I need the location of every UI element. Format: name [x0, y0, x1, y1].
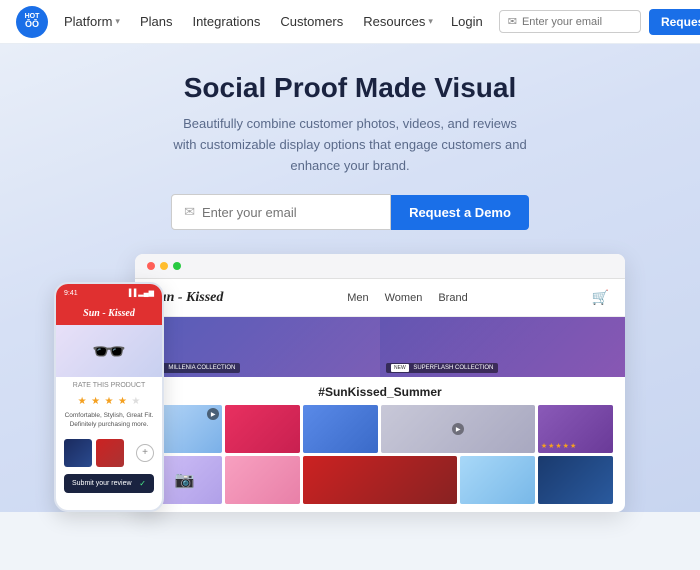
hero-title: Social Proof Made Visual	[16, 72, 684, 104]
photo-cell-5[interactable]: ★★ ★★ ★	[538, 405, 613, 453]
logo[interactable]: HOTŌŌ	[16, 6, 48, 38]
star-4[interactable]: ★	[118, 396, 127, 407]
photo-cell-3[interactable]	[303, 405, 378, 453]
browser-chrome	[135, 254, 625, 279]
site-banner-1[interactable]: NEW MILLENIA COLLECTION	[135, 317, 380, 377]
email-icon: ✉	[184, 204, 195, 220]
nav-right: Login ✉ Request a demo	[443, 9, 700, 35]
phone-mockup: 9:41 ▐▐ ▂▄▆ Sun - Kissed 🕶️ RATE THIS PR…	[54, 282, 164, 512]
nav-item-plans[interactable]: Plans	[130, 14, 183, 29]
nav-item-integrations[interactable]: Integrations	[182, 14, 270, 29]
hero-form: ✉ Request a Demo	[16, 194, 684, 230]
nav-item-resources[interactable]: Resources ▾	[353, 14, 443, 29]
nav-email-box: ✉	[499, 10, 641, 33]
phone-stars[interactable]: ★ ★ ★ ★ ★	[64, 391, 154, 409]
phone-thumb-row: +	[56, 435, 162, 471]
phone-thumbnail-2[interactable]	[96, 439, 124, 467]
browser-mockup: Sun - Kissed Men Women Brand 🛒 NEW MILLE…	[135, 254, 625, 512]
chevron-down-icon: ▾	[115, 16, 120, 27]
phone-thumbnail-1[interactable]	[64, 439, 92, 467]
site-banner-2[interactable]: NEW SUPERFLASH COLLECTION	[380, 317, 625, 377]
phone-submit-bar[interactable]: Submit your review ✓	[64, 474, 154, 493]
site-nav-brand[interactable]: Brand	[438, 292, 467, 304]
browser-minimize-dot[interactable]	[160, 262, 168, 270]
nav-links: Platform ▾ Plans Integrations Customers …	[54, 14, 443, 29]
photo-cell-9[interactable]	[460, 456, 535, 504]
hashtag-title: #SunKissed_Summer	[147, 385, 613, 399]
phone-submit-label: Submit your review	[72, 480, 132, 487]
sunglasses-icon: 🕶️	[92, 335, 127, 368]
phone-rate-label: RATE THIS PRODUCT	[64, 382, 154, 389]
photo-cell-10[interactable]	[538, 456, 613, 504]
browser-maximize-dot[interactable]	[173, 262, 181, 270]
photo-cell-7[interactable]	[225, 456, 300, 504]
chevron-down-icon: ▾	[428, 16, 433, 27]
site-nav-men[interactable]: Men	[347, 292, 368, 304]
video-icon-2: ▶	[452, 423, 464, 435]
navbar: HOTŌŌ Platform ▾ Plans Integrations Cust…	[0, 0, 700, 44]
video-icon: ▶	[207, 408, 219, 420]
browser-close-dot[interactable]	[147, 262, 155, 270]
nav-email-input[interactable]	[522, 16, 632, 28]
cart-icon[interactable]: 🛒	[592, 289, 609, 306]
phone-rating-section: RATE THIS PRODUCT ★ ★ ★ ★ ★ Comfortable,…	[56, 377, 162, 434]
site-nav-links: Men Women Brand	[347, 292, 467, 304]
photo-cell-2[interactable]	[225, 405, 300, 453]
star-5[interactable]: ★	[131, 396, 140, 407]
phone-product-image: 🕶️	[56, 325, 162, 377]
phone-review-text: Comfortable, Stylish, Great Fit. Definit…	[64, 411, 154, 429]
photo-cell-8[interactable]	[303, 456, 456, 504]
photo-cell-4[interactable]: ▶	[381, 405, 534, 453]
nav-demo-button[interactable]: Request a demo	[649, 9, 700, 35]
site-nav-women[interactable]: Women	[385, 292, 423, 304]
hashtag-section: #SunKissed_Summer ▶ ▶ ★★ ★★ ★	[135, 377, 625, 512]
hero-cta-button[interactable]: Request a Demo	[391, 195, 529, 230]
phone-add-image-button[interactable]: +	[136, 444, 154, 462]
star-3[interactable]: ★	[105, 396, 114, 407]
login-link[interactable]: Login	[443, 14, 491, 29]
hero-subtitle: Beautifully combine customer photos, vid…	[170, 114, 530, 176]
nav-item-customers[interactable]: Customers	[270, 14, 353, 29]
site-nav: Sun - Kissed Men Women Brand 🛒	[135, 279, 625, 317]
photo-grid: ▶ ▶ ★★ ★★ ★ 📷	[147, 405, 613, 504]
nav-item-platform[interactable]: Platform ▾	[54, 14, 130, 29]
star-2[interactable]: ★	[91, 396, 100, 407]
check-icon: ✓	[139, 479, 146, 488]
hero-section: Social Proof Made Visual Beautifully com…	[0, 44, 700, 512]
stars-overlay: ★★ ★★ ★	[541, 442, 610, 450]
site-banner-badge-2: NEW SUPERFLASH COLLECTION	[386, 363, 498, 373]
star-1[interactable]: ★	[78, 396, 87, 407]
email-icon: ✉	[508, 15, 517, 28]
hero-email-input[interactable]	[202, 205, 372, 220]
phone-store-header: Sun - Kissed	[56, 302, 162, 325]
hero-email-box: ✉	[171, 194, 391, 230]
mockup-section: 9:41 ▐▐ ▂▄▆ Sun - Kissed 🕶️ RATE THIS PR…	[16, 254, 684, 512]
phone-store-name: Sun - Kissed	[64, 308, 154, 319]
site-banners: NEW MILLENIA COLLECTION NEW SUPERFLASH C…	[135, 317, 625, 377]
phone-status-bar: 9:41 ▐▐ ▂▄▆	[56, 284, 162, 302]
